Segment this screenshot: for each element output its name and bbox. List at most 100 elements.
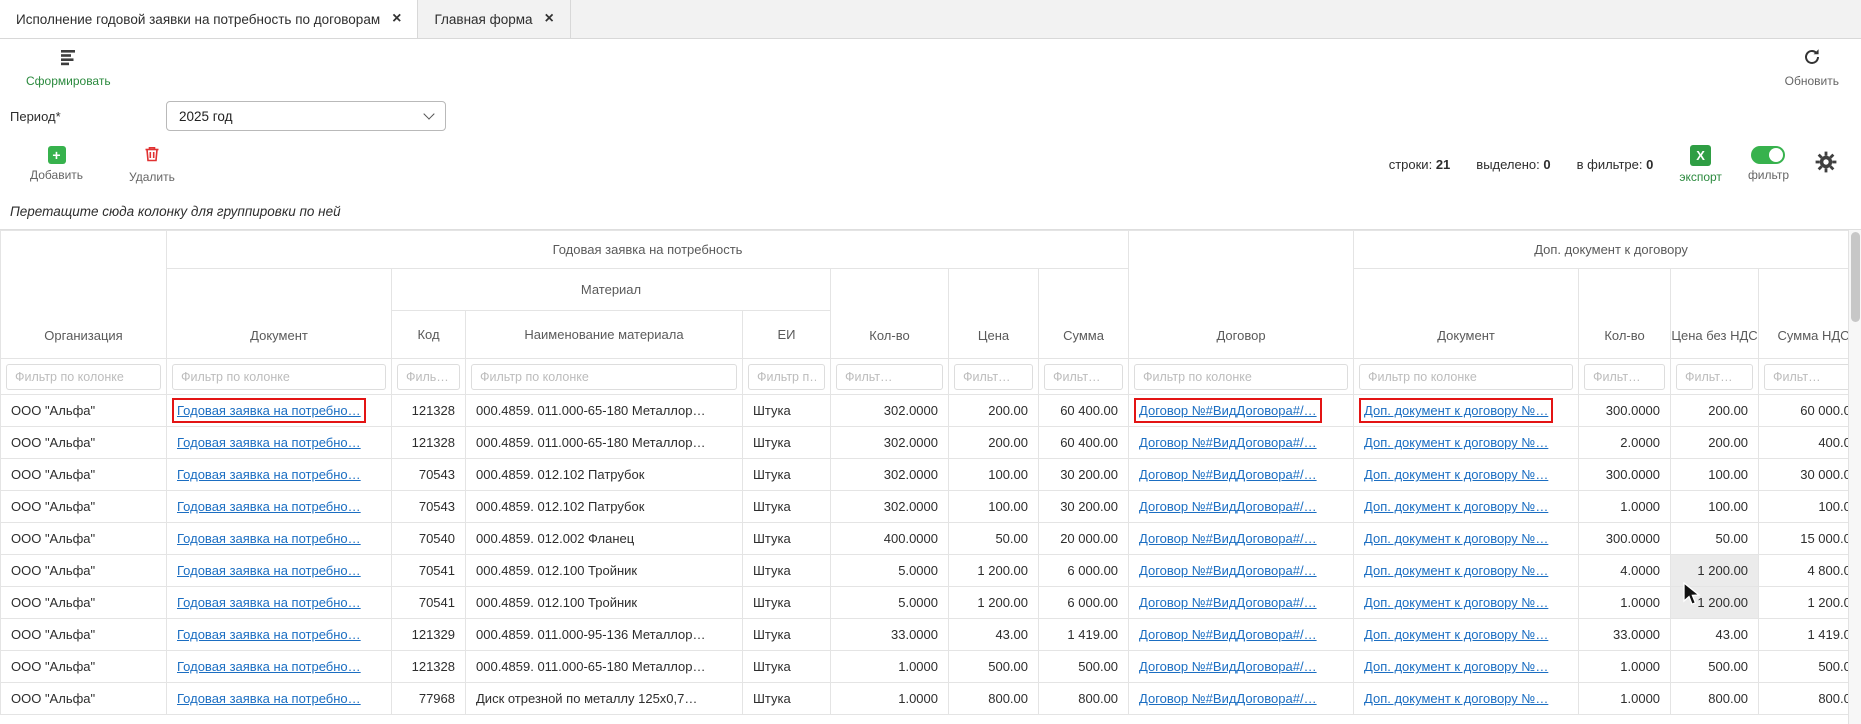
period-select[interactable]: 2025 год [166, 101, 446, 131]
filter-input-unit[interactable] [748, 364, 825, 390]
chevron-down-icon [423, 108, 434, 119]
contract-link[interactable]: Договор №#ВидДоговора#/… [1139, 691, 1317, 706]
grouping-drop-zone[interactable]: Перетащите сюда колонку для группировки … [0, 193, 1861, 229]
document-link[interactable]: Годовая заявка на потребно… [177, 467, 361, 482]
filter-input-price-no-vat[interactable] [1676, 364, 1753, 390]
adddoc-link[interactable]: Доп. документ к договору №… [1364, 435, 1548, 450]
tab-close-icon[interactable]: × [545, 11, 554, 27]
tab-annual-request-execution[interactable]: Исполнение годовой заявки на потребность… [0, 0, 418, 38]
document-link[interactable]: Годовая заявка на потребно… [177, 435, 361, 450]
cell-adddoc-qty: 1.0000 [1579, 587, 1671, 619]
document-link[interactable]: Годовая заявка на потребно… [177, 403, 361, 418]
cell-organization: ООО "Альфа" [1, 523, 167, 555]
table-row[interactable]: ООО "Альфа" Годовая заявка на потребно… … [1, 555, 1861, 587]
adddoc-link[interactable]: Доп. документ к договору №… [1364, 467, 1548, 482]
filter-input-organization[interactable] [6, 364, 161, 390]
filter-input-document[interactable] [172, 364, 386, 390]
contract-link[interactable]: Договор №#ВидДоговора#/… [1139, 595, 1317, 610]
filter-input-code[interactable] [397, 364, 460, 390]
contract-link[interactable]: Договор №#ВидДоговора#/… [1139, 435, 1317, 450]
grid-table: Организация Годовая заявка на потребност… [0, 230, 1861, 715]
period-value: 2025 год [179, 109, 233, 124]
column-header-adddoc-document[interactable]: Документ [1354, 269, 1579, 359]
generate-button[interactable]: Сформировать [26, 47, 111, 88]
cell-price-no-vat: 200.00 [1671, 427, 1759, 459]
cell-organization: ООО "Альфа" [1, 555, 167, 587]
filter-input-adddoc-document[interactable] [1359, 364, 1573, 390]
filter-input-qty[interactable] [836, 364, 943, 390]
document-link[interactable]: Годовая заявка на потребно… [177, 531, 361, 546]
column-header-material-name[interactable]: Наименование материала [466, 311, 743, 359]
document-link[interactable]: Годовая заявка на потребно… [177, 563, 361, 578]
table-row[interactable]: ООО "Альфа" Годовая заявка на потребно… … [1, 523, 1861, 555]
column-header-qty[interactable]: Кол-во [831, 269, 949, 359]
adddoc-link[interactable]: Доп. документ к договору №… [1364, 691, 1548, 706]
column-header-sum-vat[interactable]: Сумма НДС [1759, 269, 1861, 359]
cell-qty: 1.0000 [831, 651, 949, 683]
table-row[interactable]: ООО "Альфа" Годовая заявка на потребно… … [1, 459, 1861, 491]
cell-material-name: 000.4859. 011.000-65-180 Металлор… [466, 395, 743, 427]
cell-code: 70543 [392, 459, 466, 491]
vertical-scrollbar[interactable] [1848, 230, 1861, 724]
refresh-button[interactable]: Обновить [1785, 47, 1839, 88]
contract-link[interactable]: Договор №#ВидДоговора#/… [1139, 563, 1317, 578]
adddoc-link[interactable]: Доп. документ к договору №… [1364, 531, 1548, 546]
app-window: Исполнение годовой заявки на потребность… [0, 0, 1861, 724]
cell-sum: 20 000.00 [1039, 523, 1129, 555]
column-header-price[interactable]: Цена [949, 269, 1039, 359]
column-header-price-no-vat[interactable]: Цена без НДС [1671, 269, 1759, 359]
contract-link[interactable]: Договор №#ВидДоговора#/… [1139, 467, 1317, 482]
column-header-adddoc-qty[interactable]: Кол-во [1579, 269, 1671, 359]
column-header-organization[interactable]: Организация [1, 231, 167, 359]
tab-main-form[interactable]: Главная форма × [418, 0, 570, 38]
document-link[interactable]: Годовая заявка на потребно… [177, 499, 361, 514]
document-link[interactable]: Годовая заявка на потребно… [177, 691, 361, 706]
document-link[interactable]: Годовая заявка на потребно… [177, 627, 361, 642]
export-button[interactable]: X экспорт [1679, 145, 1722, 184]
column-header-contract[interactable]: Договор [1129, 231, 1354, 359]
table-row[interactable]: ООО "Альфа" Годовая заявка на потребно… … [1, 427, 1861, 459]
contract-link[interactable]: Договор №#ВидДоговора#/… [1139, 659, 1317, 674]
column-header-sum[interactable]: Сумма [1039, 269, 1129, 359]
filter-input-contract[interactable] [1134, 364, 1348, 390]
filter-input-sum[interactable] [1044, 364, 1123, 390]
column-header-code[interactable]: Код [392, 311, 466, 359]
document-link[interactable]: Годовая заявка на потребно… [177, 659, 361, 674]
table-row[interactable]: ООО "Альфа" Годовая заявка на потребно… … [1, 587, 1861, 619]
contract-link[interactable]: Договор №#ВидДоговора#/… [1139, 531, 1317, 546]
adddoc-link[interactable]: Доп. документ к договору №… [1364, 563, 1548, 578]
filter-input-price[interactable] [954, 364, 1033, 390]
adddoc-link[interactable]: Доп. документ к договору №… [1364, 659, 1548, 674]
scrollbar-thumb[interactable] [1851, 232, 1860, 322]
cell-qty: 302.0000 [831, 395, 949, 427]
table-row[interactable]: ООО "Альфа" Годовая заявка на потребно… … [1, 683, 1861, 715]
filter-toggle[interactable]: фильтр [1748, 146, 1789, 182]
table-row[interactable]: ООО "Альфа" Годовая заявка на потребно… … [1, 395, 1861, 427]
tab-close-icon[interactable]: × [392, 11, 401, 27]
table-row[interactable]: ООО "Альфа" Годовая заявка на потребно… … [1, 651, 1861, 683]
table-row[interactable]: ООО "Альфа" Годовая заявка на потребно… … [1, 491, 1861, 523]
filter-input-sum-vat[interactable] [1764, 364, 1861, 390]
contract-link[interactable]: Договор №#ВидДоговора#/… [1139, 627, 1317, 642]
column-header-unit[interactable]: ЕИ [743, 311, 831, 359]
cell-adddoc-qty: 300.0000 [1579, 523, 1671, 555]
adddoc-link[interactable]: Доп. документ к договору №… [1364, 627, 1548, 642]
settings-button[interactable] [1815, 151, 1837, 178]
table-row[interactable]: ООО "Альфа" Годовая заявка на потребно… … [1, 619, 1861, 651]
adddoc-link[interactable]: Доп. документ к договору №… [1364, 403, 1548, 418]
document-link[interactable]: Годовая заявка на потребно… [177, 595, 361, 610]
adddoc-link[interactable]: Доп. документ к договору №… [1364, 595, 1548, 610]
contract-link[interactable]: Договор №#ВидДоговора#/… [1139, 499, 1317, 514]
delete-button[interactable]: Удалить [129, 145, 175, 184]
cell-document: Годовая заявка на потребно… [167, 555, 392, 587]
filter-input-material[interactable] [471, 364, 737, 390]
add-button[interactable]: + Добавить [30, 146, 83, 182]
cell-price-no-vat: 100.00 [1671, 459, 1759, 491]
column-header-document[interactable]: Документ [167, 269, 392, 359]
cell-sum-vat: 1 200.00 [1759, 587, 1861, 619]
cell-qty: 302.0000 [831, 459, 949, 491]
adddoc-link[interactable]: Доп. документ к договору №… [1364, 499, 1548, 514]
data-grid: Организация Годовая заявка на потребност… [0, 229, 1861, 724]
contract-link[interactable]: Договор №#ВидДоговора#/… [1139, 403, 1317, 418]
filter-input-adddoc-qty[interactable] [1584, 364, 1665, 390]
